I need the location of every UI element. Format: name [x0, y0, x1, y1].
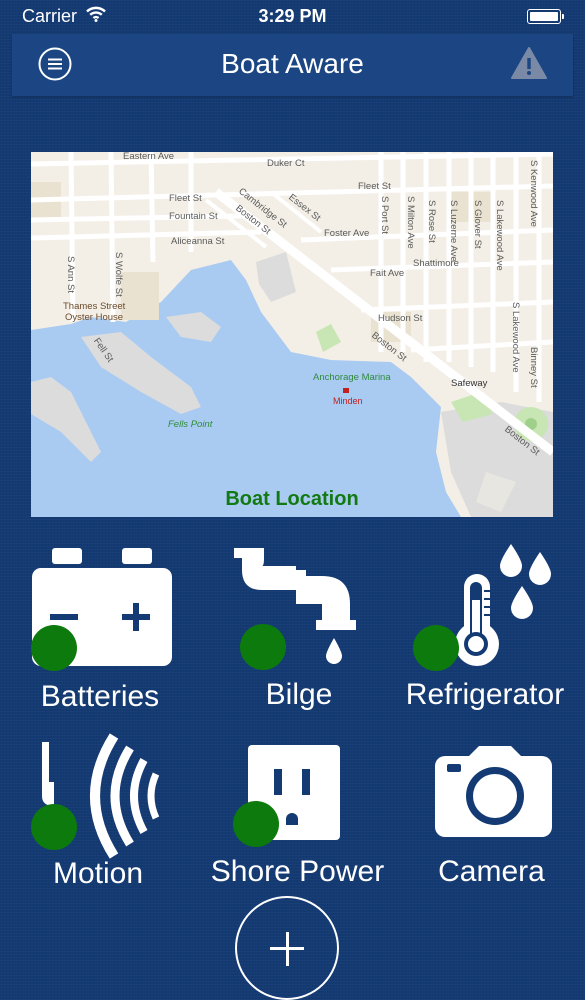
shore-power-tile[interactable]: [233, 745, 340, 850]
bilge-tile[interactable]: [234, 548, 356, 670]
battery-level-fill: [530, 12, 558, 21]
map-label-street: S Port St: [379, 196, 390, 235]
device-label[interactable]: Refrigerator: [385, 678, 585, 712]
map-label-street: S Kenwood Ave: [528, 160, 539, 227]
map-label-place: Safeway: [451, 378, 488, 389]
map-label-street: S Lakewood Ave: [494, 200, 505, 271]
refrigerator-tile[interactable]: [412, 544, 552, 671]
warning-triangle-icon: [511, 47, 547, 79]
device-label[interactable]: Bilge: [199, 678, 399, 712]
map-label-street: S Lakewood Ave: [510, 302, 521, 373]
map-label-street: Fleet St: [169, 193, 202, 204]
map-label-street: Aliceanna St: [171, 236, 225, 247]
page-title: Boat Aware: [221, 48, 364, 79]
map-label-place: Shattimore: [413, 258, 459, 269]
map-label-boat: Minden: [333, 396, 363, 406]
alerts-button[interactable]: [509, 45, 549, 81]
navigation-bar: Boat Aware: [12, 34, 573, 96]
status-indicator: [413, 625, 459, 671]
device-label[interactable]: Camera: [394, 855, 585, 889]
map-label-street: Foster Ave: [324, 228, 370, 239]
status-indicator: [240, 624, 286, 670]
add-device-button[interactable]: [235, 896, 339, 1000]
motion-tile[interactable]: [30, 733, 165, 859]
map-label-street: S Ann St: [65, 256, 76, 293]
device-label[interactable]: Batteries: [0, 680, 200, 714]
map-label-place: Oyster House: [65, 312, 124, 323]
device-label[interactable]: Shore Power: [195, 855, 400, 889]
map-label-street: Fait Ave: [370, 268, 405, 279]
map-label-street: S Glover St: [472, 200, 483, 249]
map-label-street: S Wolfe St: [113, 252, 124, 297]
status-indicator: [31, 804, 77, 850]
map-label-street: S Milton Ave: [405, 196, 416, 249]
device-label[interactable]: Motion: [0, 857, 196, 891]
status-bar: Carrier 3:29 PM: [0, 0, 585, 34]
map-caption: Boat Location: [225, 488, 359, 510]
map-label-street: S Rose St: [426, 200, 437, 243]
map-label-place: Fells Point: [168, 419, 213, 430]
map-label-street: Fleet St: [358, 181, 391, 192]
clock-time: 3:29 PM: [258, 6, 327, 26]
camera-icon: [435, 746, 552, 837]
status-indicator: [31, 625, 77, 671]
map-label-street: Duker Ct: [267, 158, 305, 169]
map-label-street: Binney St: [528, 347, 539, 388]
camera-tile[interactable]: [435, 746, 552, 838]
status-indicator: [233, 801, 279, 847]
boat-location-map[interactable]: Eastern Ave Duker Ct Fleet St Fleet St F…: [31, 152, 553, 517]
battery-icon: [527, 9, 564, 24]
map-label-street: Fountain St: [169, 211, 218, 222]
map-label-street: Eastern Ave: [123, 152, 175, 162]
batteries-tile[interactable]: [31, 548, 172, 678]
map-label-street: Hudson St: [378, 313, 423, 324]
map-label-place: Thames Street: [63, 301, 126, 312]
map-label-place: Anchorage Marina: [313, 372, 391, 383]
map-label-street: S Luzerne Ave: [448, 200, 459, 262]
